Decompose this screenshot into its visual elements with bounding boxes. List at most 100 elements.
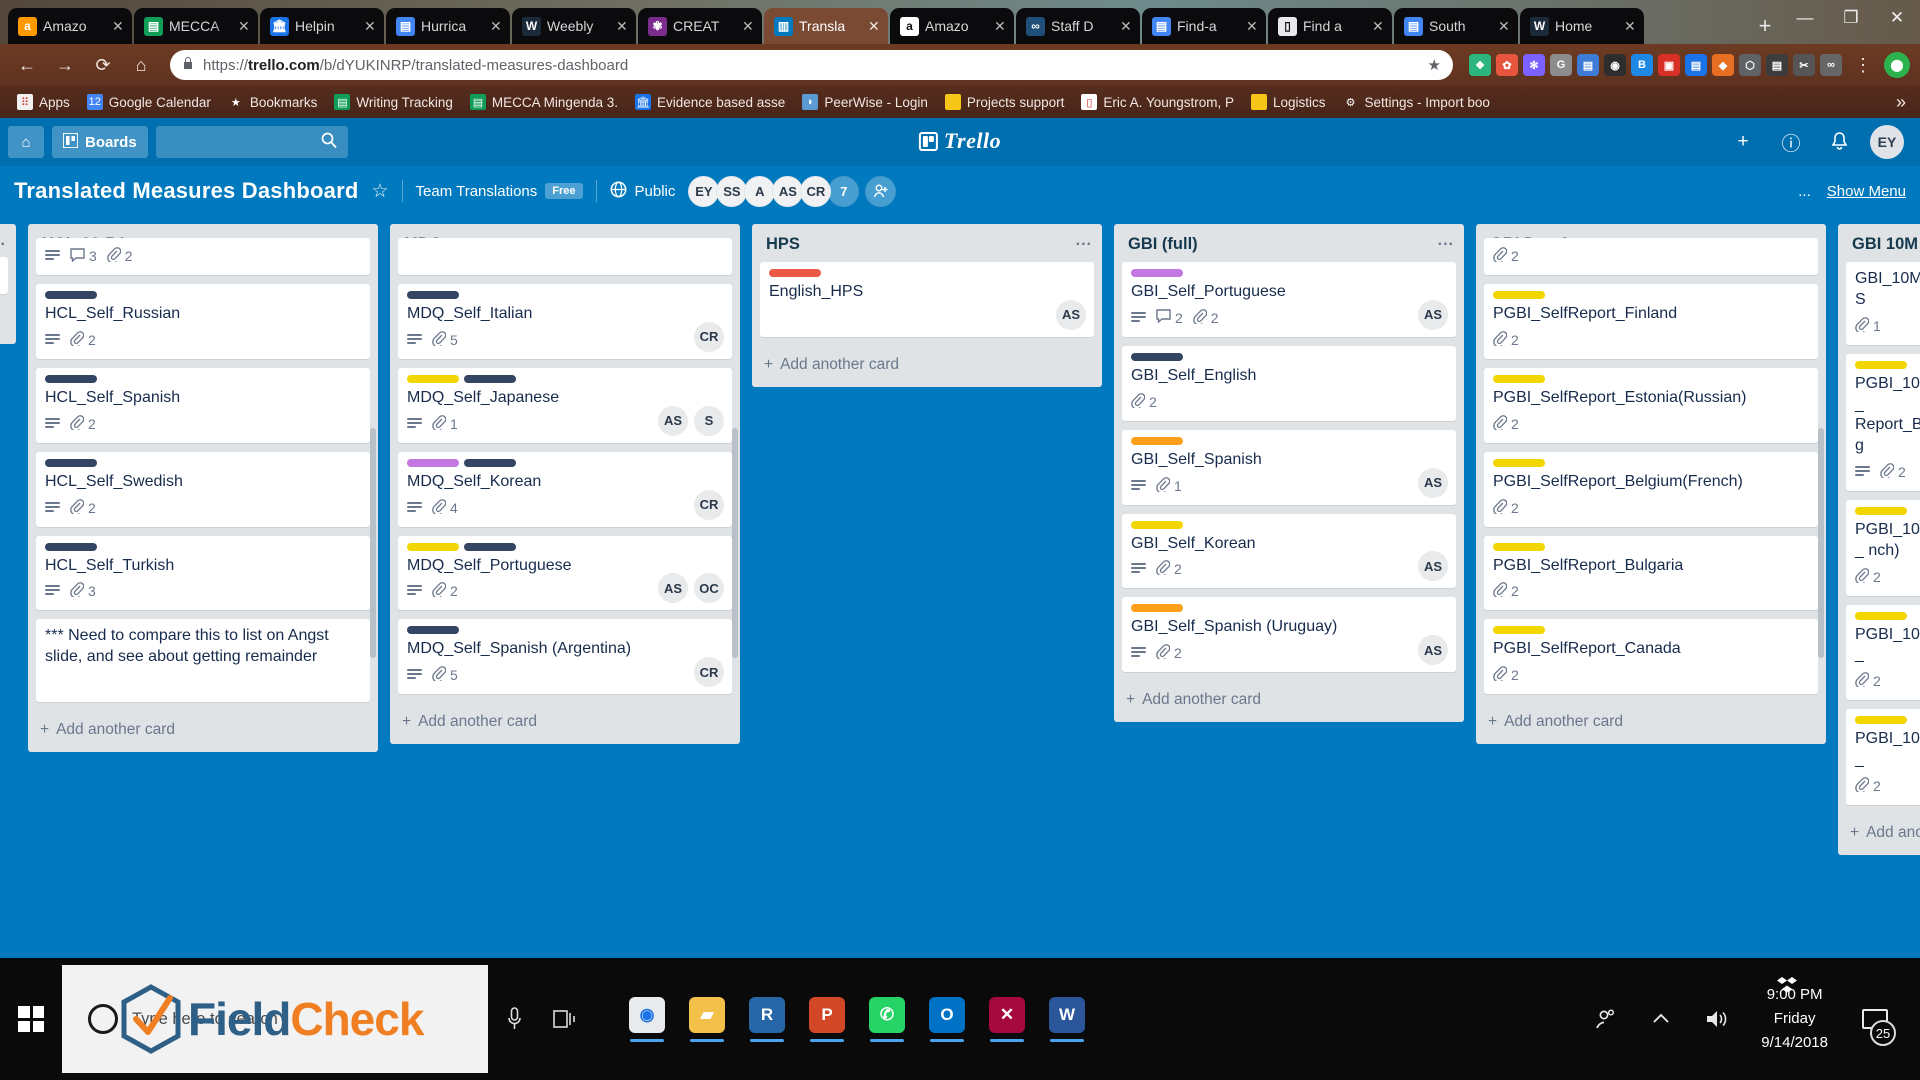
new-tab-button[interactable]: + bbox=[1748, 11, 1782, 41]
card-label[interactable] bbox=[1131, 604, 1183, 613]
home-icon[interactable]: ⌂ bbox=[124, 48, 158, 82]
card-label[interactable] bbox=[769, 269, 821, 278]
card-label[interactable] bbox=[1493, 374, 1545, 383]
member-avatar[interactable]: A bbox=[744, 175, 776, 207]
close-icon[interactable]: ✕ bbox=[868, 19, 882, 33]
team-pill[interactable]: Team Translations Free bbox=[416, 183, 583, 200]
card-label[interactable] bbox=[1493, 291, 1545, 300]
close-icon[interactable]: ✕ bbox=[616, 19, 630, 33]
card-label[interactable] bbox=[1493, 626, 1545, 635]
board-card[interactable]: PGBI_10M_ Report_Belg 2 bbox=[1846, 353, 1920, 491]
volume-icon[interactable] bbox=[1689, 958, 1745, 1080]
browser-tab[interactable]: ∞ Staff D ✕ bbox=[1016, 8, 1140, 44]
card-label[interactable] bbox=[1131, 269, 1183, 278]
board-card[interactable]: GBI_Self_Portuguese 2 2 AS bbox=[1122, 262, 1456, 337]
boards-button[interactable]: Boards bbox=[52, 126, 148, 158]
list-vertical-scrollbar[interactable] bbox=[370, 428, 376, 659]
task-view-icon[interactable] bbox=[540, 958, 592, 1080]
trello-logo[interactable]: Trello bbox=[918, 128, 1001, 154]
bookmark-item[interactable]: ⠿ Apps bbox=[10, 91, 77, 113]
board-card[interactable]: PGBI_SelfReport_Belgium(French) 2 bbox=[1484, 451, 1818, 527]
extension-4-icon[interactable]: G bbox=[1550, 54, 1572, 76]
board-card[interactable] bbox=[398, 238, 732, 276]
bookmark-item[interactable]: ★ Bookmarks bbox=[221, 91, 325, 113]
card-label[interactable] bbox=[464, 374, 516, 383]
taskbar-app-word[interactable]: W bbox=[1040, 973, 1094, 1065]
board-card[interactable]: English_HPS AS bbox=[760, 262, 1094, 337]
card-label[interactable] bbox=[1493, 458, 1545, 467]
bookmark-item[interactable]: Logistics bbox=[1244, 91, 1333, 113]
card-member-avatar[interactable]: AS bbox=[1056, 299, 1086, 330]
bookmark-item[interactable]: 12 Google Calendar bbox=[80, 91, 218, 113]
forward-icon[interactable]: → bbox=[48, 48, 82, 82]
add-card-button[interactable]: + Add anoth bbox=[1838, 814, 1920, 855]
browser-tab[interactable]: ▯ Find a ✕ bbox=[1268, 8, 1392, 44]
chevron-up-icon[interactable] bbox=[1633, 958, 1689, 1080]
browser-tab[interactable]: ✾ CREAT ✕ bbox=[638, 8, 762, 44]
card-member-avatar[interactable]: CR bbox=[694, 489, 724, 520]
browser-tab[interactable]: 🏛 Helpin ✕ bbox=[260, 8, 384, 44]
member-avatar[interactable]: AS bbox=[772, 175, 804, 207]
bookmark-item[interactable]: ▤ Writing Tracking bbox=[327, 91, 460, 113]
card-label[interactable] bbox=[1131, 520, 1183, 529]
taskbar-app-chrome[interactable]: ◉ bbox=[620, 973, 674, 1065]
start-button[interactable] bbox=[0, 958, 62, 1080]
board-card[interactable]: *** Need to compare this to list on Angs… bbox=[36, 619, 370, 702]
list-menu-icon[interactable]: ... bbox=[1076, 233, 1092, 249]
extension-1-icon[interactable]: ❖ bbox=[1469, 54, 1491, 76]
close-icon[interactable]: ✕ bbox=[490, 19, 504, 33]
board-card[interactable]: HCL_Self_Turkish 3 bbox=[36, 535, 370, 611]
board-card[interactable]: HCL_Self_Swedish 2 bbox=[36, 451, 370, 527]
add-card-button[interactable]: + Add another card bbox=[28, 711, 378, 752]
card-label[interactable] bbox=[407, 626, 459, 635]
reload-icon[interactable]: ⟳ bbox=[86, 48, 120, 82]
add-card-button[interactable]: + Add another card bbox=[390, 703, 740, 744]
card-label[interactable] bbox=[45, 291, 97, 300]
browser-tab[interactable]: ▤ Find-a ✕ bbox=[1142, 8, 1266, 44]
bell-icon[interactable] bbox=[1822, 125, 1856, 159]
close-icon[interactable]: ✕ bbox=[1246, 19, 1260, 33]
list-vertical-scrollbar[interactable] bbox=[732, 428, 738, 659]
bookmarks-overflow-icon[interactable]: » bbox=[1896, 92, 1910, 113]
add-board-icon[interactable]: + bbox=[1726, 125, 1760, 159]
board-card[interactable]: PGBI_10M_ 2 bbox=[1846, 709, 1920, 805]
board-card[interactable]: 32 bbox=[36, 238, 370, 276]
card-member-avatar[interactable]: S bbox=[694, 405, 724, 436]
add-card-button[interactable]: + Add another card bbox=[1476, 703, 1826, 744]
card-member-avatar[interactable]: AS bbox=[1418, 635, 1448, 666]
members-overflow-count[interactable]: 7 bbox=[828, 175, 860, 207]
board-card[interactable]: GBI_10M_S 1 bbox=[1846, 262, 1920, 345]
board-menu-dots[interactable]: ... bbox=[1798, 183, 1811, 200]
add-card-button[interactable]: + bbox=[0, 303, 16, 344]
card-label[interactable] bbox=[1855, 506, 1907, 515]
bookmark-item[interactable]: ◗ PeerWise - Login bbox=[795, 91, 935, 113]
card-label[interactable] bbox=[1131, 352, 1183, 361]
show-menu-link[interactable]: Show Menu bbox=[1827, 183, 1906, 200]
card-label[interactable] bbox=[45, 458, 97, 467]
user-avatar[interactable]: EY bbox=[1870, 125, 1904, 159]
browser-tab[interactable]: a Amazo ✕ bbox=[890, 8, 1014, 44]
close-button[interactable]: ✕ bbox=[1874, 6, 1920, 30]
card-label[interactable] bbox=[407, 458, 459, 467]
bookmark-item[interactable]: ⚙ Settings - Import boo bbox=[1336, 91, 1497, 113]
close-icon[interactable]: ✕ bbox=[238, 19, 252, 33]
dropbox-icon[interactable] bbox=[1776, 976, 1798, 1002]
taskbar-app-mendeley[interactable]: ✕ bbox=[980, 973, 1034, 1065]
card-member-avatar[interactable]: AS bbox=[658, 573, 688, 604]
taskbar-app-r-studio[interactable]: R bbox=[740, 973, 794, 1065]
close-icon[interactable]: ✕ bbox=[742, 19, 756, 33]
taskbar-app-outlook[interactable]: O bbox=[920, 973, 974, 1065]
info-icon[interactable]: ⓘ bbox=[1774, 125, 1808, 159]
extension-8-icon[interactable]: ▣ bbox=[1658, 54, 1680, 76]
profile-avatar[interactable]: ⬤ bbox=[1884, 52, 1910, 78]
search-input[interactable] bbox=[155, 126, 348, 158]
browser-tab[interactable]: W Home ✕ bbox=[1520, 8, 1644, 44]
extension-5-icon[interactable]: ▤ bbox=[1577, 54, 1599, 76]
list-header[interactable]: HPS... bbox=[752, 224, 1102, 262]
board-card[interactable]: GBI_Self_English 2 bbox=[1122, 345, 1456, 421]
board-card[interactable]: MDQ_Self_Spanish (Argentina) 5 CR bbox=[398, 619, 732, 695]
star-icon[interactable]: ☆ bbox=[371, 180, 388, 203]
board-card[interactable]: PGBI_10M_ nch) 2 bbox=[1846, 499, 1920, 596]
card-label[interactable] bbox=[1855, 716, 1907, 725]
add-card-button[interactable]: + Add another card bbox=[1114, 681, 1464, 722]
